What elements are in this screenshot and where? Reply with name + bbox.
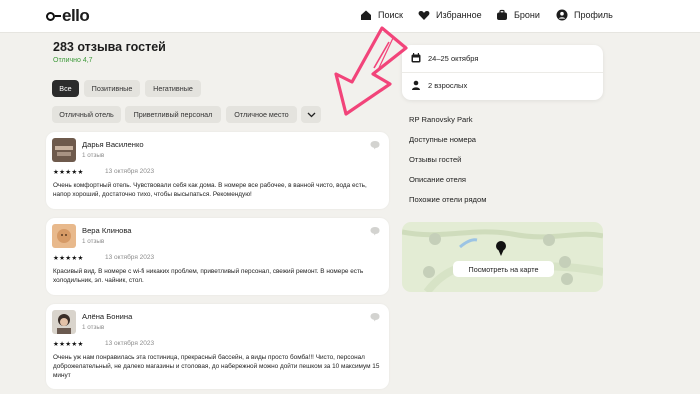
nav-favorites-label: Избранное [436, 10, 482, 20]
comment-icon[interactable] [370, 140, 380, 150]
nav-search-label: Поиск [378, 10, 403, 20]
nav-profile-label: Профиль [574, 10, 613, 20]
star-rating: ★★★★★ [53, 341, 84, 348]
dates-selector[interactable]: 24–25 октября [411, 53, 478, 63]
comment-icon[interactable] [370, 226, 380, 236]
avatar [52, 138, 76, 162]
tag-chip-friendly-staff[interactable]: Приветливый персонал [125, 106, 221, 123]
review-card: Дарья Василенко 1 отзыв ★★★★★ 13 октября… [46, 132, 389, 209]
nav-favorites[interactable]: Избранное [418, 9, 482, 21]
tag-chip-excellent-hotel[interactable]: Отличный отель [52, 106, 121, 123]
guests-value: 2 взрослых [428, 80, 468, 90]
chevron-down-icon [307, 112, 315, 117]
nav-bookings[interactable]: Брони [496, 9, 540, 21]
sidebar-link-hotel-description[interactable]: Описание отеля [409, 175, 466, 184]
suitcase-icon [497, 9, 507, 20]
filter-all-chip[interactable]: Все [52, 80, 79, 97]
review-card: Вера Клинова 1 отзыв ★★★★★ 13 октября 20… [46, 218, 389, 295]
sidebar-link-similar-hotels[interactable]: Похожие отели рядом [409, 195, 486, 204]
star-rating: ★★★★★ [53, 169, 84, 176]
review-text: Красивый вид. В номере с wi-fi никаких п… [53, 268, 364, 285]
filter-negative-chip[interactable]: Негативные [145, 80, 201, 97]
review-date: 13 октября 2023 [105, 340, 155, 347]
heart-icon [418, 11, 430, 20]
tag-chip-excellent-location[interactable]: Отличное место [226, 106, 297, 123]
map-illustration [402, 229, 603, 292]
user-icon [556, 9, 568, 21]
view-on-map-button[interactable]: Посмотреть на карте [453, 261, 554, 277]
reviewer-review-count: 1 отзыв [82, 152, 105, 159]
booking-panel: 24–25 октября 2 взрослых [402, 45, 603, 100]
reviewer-name: Дарья Василенко [82, 140, 144, 149]
sidebar-link-hotel-name[interactable]: RP Ranovsky Park [409, 115, 473, 124]
star-rating: ★★★★★ [53, 255, 84, 262]
avatar [52, 310, 76, 334]
review-text: Очень комфортный отель. Чувствовали себя… [53, 182, 367, 199]
nav-bookings-label: Брони [514, 10, 540, 20]
reviewer-name: Вера Клинова [82, 226, 132, 235]
home-icon [361, 10, 371, 20]
brand-name: ello [62, 6, 90, 25]
map-preview[interactable]: Посмотреть на карте [402, 222, 603, 292]
sidebar-link-available-rooms[interactable]: Доступные номера [409, 135, 476, 144]
reviewer-name: Алёна Бонина [82, 312, 133, 321]
logo[interactable]: ello [46, 6, 90, 26]
overall-rating: Отлично 4,7 [53, 57, 93, 64]
comment-icon[interactable] [370, 312, 380, 322]
review-card: Алёна Бонина 1 отзыв ★★★★★ 13 октября 20… [46, 304, 389, 389]
key-logo-icon [46, 11, 55, 21]
nav-profile[interactable]: Профиль [556, 9, 613, 21]
review-text: Очень уж нам понравилась эта гостиница, … [53, 354, 380, 380]
nav-search[interactable]: Поиск [360, 9, 403, 21]
reviews-title: 283 отзыва гостей [53, 40, 166, 54]
guests-selector[interactable]: 2 взрослых [411, 80, 467, 90]
sidebar-link-guest-reviews[interactable]: Отзывы гостей [409, 155, 461, 164]
annotation-arrow [334, 26, 408, 116]
reviewer-review-count: 1 отзыв [82, 324, 105, 331]
filter-positive-chip[interactable]: Позитивные [84, 80, 140, 97]
avatar [52, 224, 76, 248]
dates-value: 24–25 октября [428, 53, 479, 63]
review-date: 13 октября 2023 [105, 168, 155, 175]
reviewer-review-count: 1 отзыв [82, 238, 105, 245]
review-date: 13 октября 2023 [105, 254, 155, 261]
